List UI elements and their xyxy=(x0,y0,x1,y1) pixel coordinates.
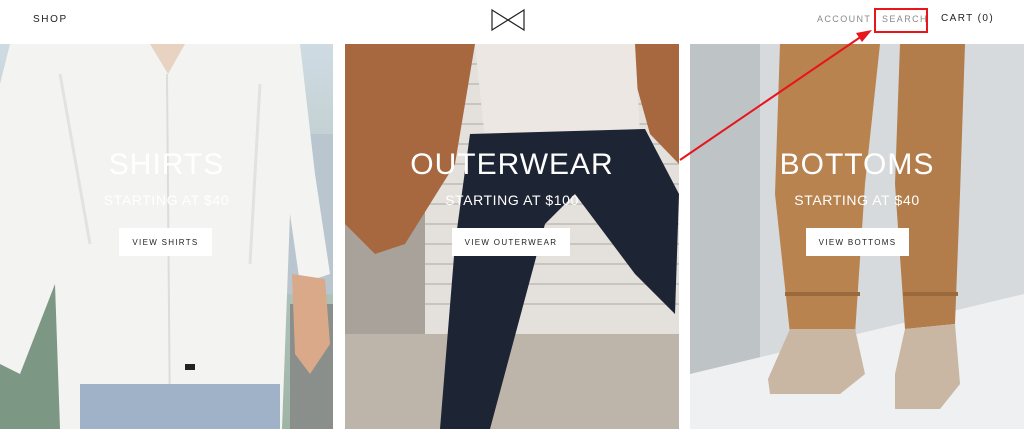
category-panel-outerwear[interactable]: OUTERWEAR STARTING AT $100 VIEW OUTERWEA… xyxy=(345,44,679,429)
category-panel-bottoms[interactable]: BOTTOMS STARTING AT $40 VIEW BOTTOMS xyxy=(690,44,1024,429)
view-shirts-button[interactable]: VIEW SHIRTS xyxy=(119,228,212,256)
view-bottoms-button[interactable]: VIEW BOTTOMS xyxy=(806,228,909,256)
panel-subtitle: STARTING AT $40 xyxy=(103,192,230,208)
panel-title: SHIRTS xyxy=(108,148,225,181)
site-header: SHOP ACCOUNT SEARCH CART (0) xyxy=(0,0,1024,43)
panel-title: OUTERWEAR xyxy=(410,148,614,181)
nav-cart-link[interactable]: CART (0) xyxy=(941,13,994,24)
panel-title: BOTTOMS xyxy=(779,148,935,181)
view-outerwear-button[interactable]: VIEW OUTERWEAR xyxy=(452,228,570,256)
page-bottom-edge xyxy=(0,429,1024,435)
nav-account-link[interactable]: ACCOUNT xyxy=(817,14,871,24)
category-panel-shirts[interactable]: SHIRTS STARTING AT $40 VIEW SHIRTS xyxy=(0,44,333,429)
nav-shop-link[interactable]: SHOP xyxy=(33,14,68,25)
bowtie-logo-icon[interactable] xyxy=(491,9,525,31)
panel-subtitle: STARTING AT $40 xyxy=(794,192,920,208)
panel-subtitle: STARTING AT $100 xyxy=(445,192,579,208)
search-highlight-box xyxy=(874,8,928,33)
